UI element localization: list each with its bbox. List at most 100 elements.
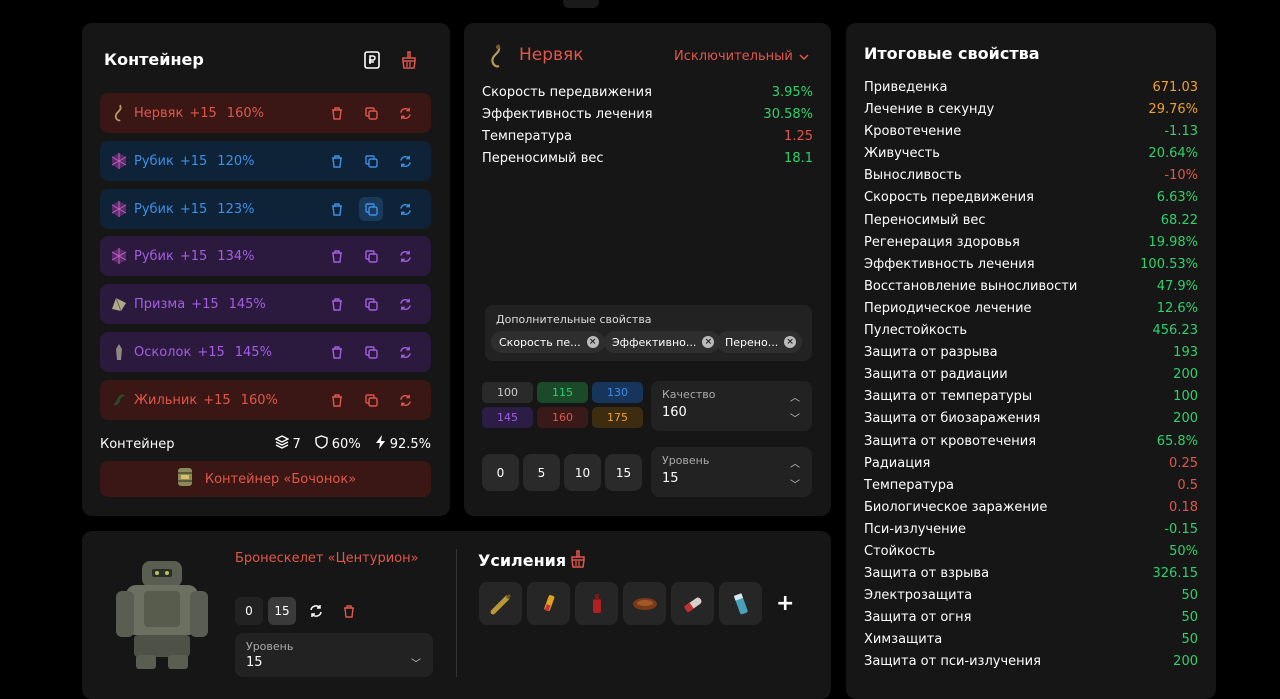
total-name: Радиация xyxy=(864,455,931,471)
trash-icon[interactable] xyxy=(325,292,349,316)
clear-icon[interactable] xyxy=(397,48,421,72)
trash-icon[interactable] xyxy=(325,149,349,173)
total-value: 671.03 xyxy=(1152,80,1199,95)
level-button-5[interactable]: 5 xyxy=(523,454,560,491)
armor-level-button-15[interactable]: 15 xyxy=(268,597,296,625)
level-button-0[interactable]: 0 xyxy=(482,454,519,491)
totals-list: Приведенка 671.03 Лечение в секунду 29.76% К… xyxy=(864,80,1198,677)
artifact-row-name: Призма xyxy=(134,296,186,312)
total-value: 200 xyxy=(1173,411,1198,427)
trash-icon[interactable] xyxy=(325,388,349,412)
refresh-icon[interactable] xyxy=(393,292,417,316)
copy-icon[interactable] xyxy=(359,244,383,268)
trash-icon[interactable] xyxy=(325,244,349,268)
refresh-icon[interactable] xyxy=(393,197,417,221)
artifact-row[interactable]: Призма +15 145% xyxy=(100,284,431,324)
property-chip[interactable]: Эффективно... × xyxy=(604,331,721,353)
artifact-row[interactable]: Рубик +15 120% xyxy=(100,141,431,181)
refresh-icon[interactable] xyxy=(393,149,417,173)
total-row: Защита от радиации 200 xyxy=(864,367,1198,389)
copy-icon[interactable] xyxy=(359,149,383,173)
artifact-icon xyxy=(110,295,128,313)
trash-icon[interactable] xyxy=(325,197,349,221)
trash-icon[interactable] xyxy=(325,340,349,364)
ammo-icon[interactable] xyxy=(479,582,522,625)
total-value: 50 xyxy=(1181,610,1198,626)
quality-button-100[interactable]: 100 xyxy=(482,382,533,403)
quality-select[interactable]: Качество 160 ︿ ﹀ xyxy=(651,381,812,431)
total-row: Переносимый вес 68.22 xyxy=(864,213,1198,235)
artifact-icon xyxy=(110,247,128,265)
artifact-row[interactable]: Жильник +15 160% xyxy=(100,380,431,420)
container-summary-label: Контейнер xyxy=(100,436,175,452)
total-value: 50 xyxy=(1181,632,1198,648)
property-chip[interactable]: Перено... × xyxy=(717,331,803,353)
level-button-10[interactable]: 10 xyxy=(564,454,601,491)
refresh-icon[interactable] xyxy=(393,244,417,268)
quality-button-130[interactable]: 130 xyxy=(592,382,643,403)
artifact-row[interactable]: Рубик +15 134% xyxy=(100,236,431,276)
copy-icon[interactable] xyxy=(359,292,383,316)
bottle-icon[interactable] xyxy=(575,582,618,625)
artifact-row[interactable]: Рубик +15 123% xyxy=(100,189,431,229)
top-tab[interactable] xyxy=(563,0,599,8)
chevron-down-icon: ﹀ xyxy=(411,659,421,670)
artifact-detail-panel: Нервяк Исключительный Скорость передвиже… xyxy=(464,23,831,516)
clear-icon[interactable] xyxy=(569,550,587,572)
copy-icon[interactable] xyxy=(359,340,383,364)
level-button-15[interactable]: 15 xyxy=(605,454,642,491)
close-icon[interactable]: × xyxy=(702,336,715,348)
artifact-row-percent: 160% xyxy=(226,105,264,121)
chevron-up-icon[interactable]: ︿ xyxy=(790,455,800,470)
stimulant-icon[interactable] xyxy=(671,582,714,625)
copy-icon[interactable] xyxy=(359,197,383,221)
artifact-row[interactable]: Осколок +15 145% xyxy=(100,332,431,372)
armor-level-select[interactable]: Уровень 15 ﹀ xyxy=(235,633,433,677)
property-chip[interactable]: Скорость пе... × xyxy=(491,331,605,353)
close-icon[interactable]: × xyxy=(784,336,797,348)
refresh-icon[interactable] xyxy=(302,597,330,625)
chevron-down-icon[interactable]: ﹀ xyxy=(790,476,800,491)
rarity-select[interactable]: Исключительный xyxy=(674,49,809,64)
artifact-icon xyxy=(110,343,128,361)
chevron-down-icon[interactable]: ﹀ xyxy=(790,410,800,425)
total-row: Пулестойкость 456.23 xyxy=(864,323,1198,345)
trash-icon[interactable] xyxy=(335,597,363,625)
refresh-icon[interactable] xyxy=(393,388,417,412)
artifact-row-level: +15 xyxy=(189,105,217,121)
refresh-icon[interactable] xyxy=(393,101,417,125)
property-name: Эффективность лечения xyxy=(482,107,653,122)
battery-icon[interactable] xyxy=(719,582,762,625)
artifact-row-name: Нервяк xyxy=(134,105,184,121)
container-panel: Контейнер Нервяк +15 160% Рубик +15 120% Рубик… xyxy=(82,23,450,516)
artifact-row-level: +15 xyxy=(203,392,231,408)
trash-icon[interactable] xyxy=(325,101,349,125)
copy-icon[interactable] xyxy=(359,388,383,412)
level-select[interactable]: Уровень 15 ︿ ﹀ xyxy=(651,447,812,497)
boosts-title: Усиления xyxy=(478,551,567,570)
quality-button-160[interactable]: 160 xyxy=(537,407,588,428)
close-icon[interactable]: × xyxy=(586,336,599,348)
copy-icon[interactable] xyxy=(359,101,383,125)
quality-button-145[interactable]: 145 xyxy=(482,407,533,428)
chevron-up-icon[interactable]: ︿ xyxy=(790,389,800,404)
total-name: Защита от разрыва xyxy=(864,345,998,361)
container-select-button[interactable]: Контейнер «Бочонок» xyxy=(100,461,431,497)
artifact-row-name: Рубик xyxy=(134,201,174,217)
total-name: Эффективность лечения xyxy=(864,256,1035,272)
quality-button-115[interactable]: 115 xyxy=(537,382,588,403)
total-name: Электрозащита xyxy=(864,588,973,604)
artifact-row[interactable]: Нервяк +15 160% xyxy=(100,93,431,133)
level-label: Уровень xyxy=(662,454,710,467)
quality-button-175[interactable]: 175 xyxy=(592,407,643,428)
price-icon[interactable] xyxy=(360,48,384,72)
property-value: 3.95% xyxy=(771,85,813,100)
armor-level-button-0[interactable]: 0 xyxy=(235,597,263,625)
food-icon[interactable] xyxy=(623,582,666,625)
add-boost-button[interactable]: + xyxy=(776,591,794,616)
total-name: Температура xyxy=(864,477,954,493)
totals-title: Итоговые свойства xyxy=(864,44,1040,63)
syringe-icon[interactable] xyxy=(527,582,570,625)
total-name: Защита от пси-излучения xyxy=(864,654,1041,670)
refresh-icon[interactable] xyxy=(393,340,417,364)
